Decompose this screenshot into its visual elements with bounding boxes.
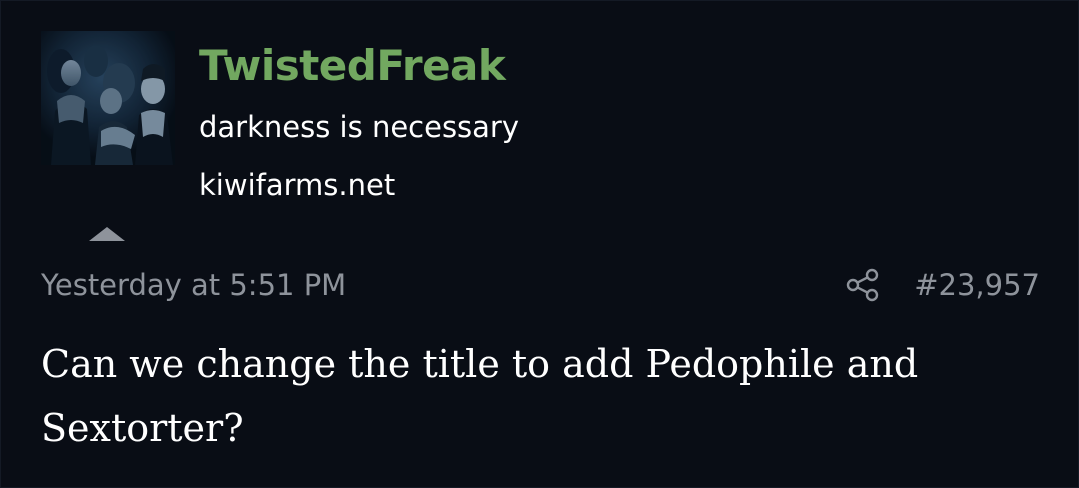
avatar-image bbox=[41, 31, 175, 165]
username-link[interactable]: TwistedFreak bbox=[199, 35, 519, 97]
share-icon[interactable] bbox=[846, 268, 880, 302]
message-post: TwistedFreak darkness is necessary kiwif… bbox=[0, 0, 1079, 488]
post-timestamp[interactable]: Yesterday at 5:51 PM bbox=[41, 263, 346, 307]
user-banner: kiwifarms.net bbox=[199, 168, 396, 202]
post-meta: Yesterday at 5:51 PM #23,957 bbox=[41, 263, 1040, 307]
user-avatar[interactable] bbox=[41, 31, 175, 165]
caret-up-icon[interactable] bbox=[87, 223, 127, 243]
post-number-link[interactable]: #23,957 bbox=[914, 263, 1040, 307]
user-info: TwistedFreak darkness is necessary kiwif… bbox=[199, 35, 519, 205]
user-title: darkness is necessary bbox=[199, 110, 520, 144]
post-actions: #23,957 bbox=[846, 263, 1040, 307]
post-body: Can we change the title to add Pedophile… bbox=[41, 342, 919, 450]
